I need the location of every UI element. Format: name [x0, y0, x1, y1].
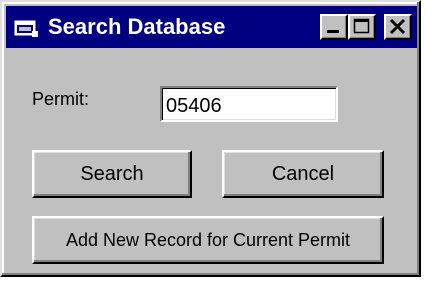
permit-label: Permit: — [32, 89, 90, 109]
close-button[interactable] — [384, 14, 412, 40]
maximize-icon — [353, 18, 370, 34]
minimize-icon — [327, 30, 339, 33]
window-title: Search Database — [48, 14, 226, 39]
close-icon — [389, 18, 406, 35]
add-new-record-button[interactable]: Add New Record for Current Permit — [32, 216, 384, 264]
search-button[interactable]: Search — [32, 150, 192, 198]
maximize-button[interactable] — [348, 14, 376, 40]
permit-input[interactable] — [160, 86, 338, 122]
app-window-icon[interactable] — [14, 20, 40, 38]
search-database-dialog: Search Database Permit: Search Cancel Ad… — [0, 0, 421, 277]
title-bar[interactable]: Search Database — [6, 6, 417, 48]
minimize-button[interactable] — [320, 14, 348, 40]
cancel-button[interactable]: Cancel — [222, 150, 384, 198]
